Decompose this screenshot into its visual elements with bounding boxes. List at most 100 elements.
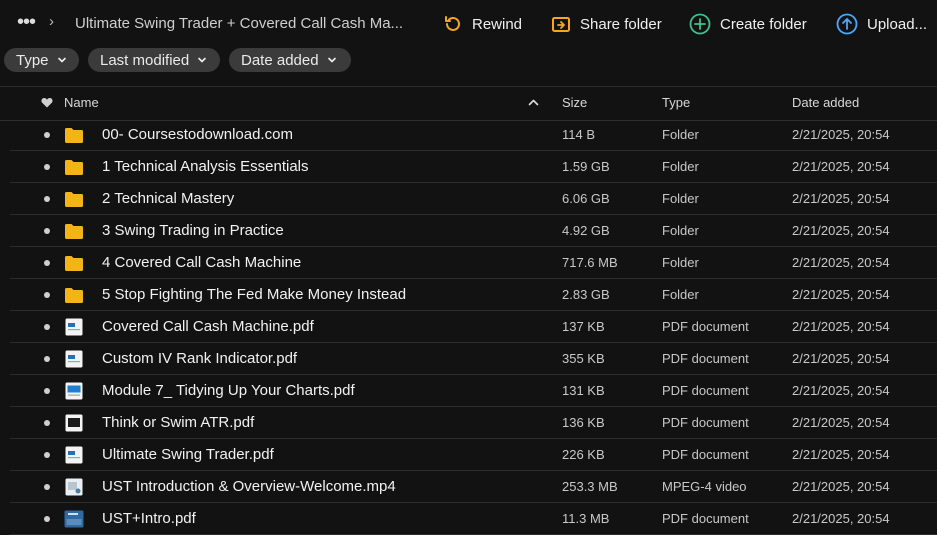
share-folder-button[interactable]: Share folder (551, 12, 662, 36)
file-size: 717.6 MB (562, 255, 618, 270)
file-name[interactable]: Module 7_ Tidying Up Your Charts.pdf (102, 382, 355, 399)
file-type: PDF document (662, 415, 749, 430)
pdf-file-icon (64, 382, 84, 400)
column-header-date-added[interactable]: Date added (792, 95, 859, 110)
table-row[interactable]: 3 Swing Trading in Practice 4.92 GB Folder… (0, 215, 937, 247)
row-bullet (44, 228, 50, 234)
file-size: 253.3 MB (562, 479, 618, 494)
table-header: Name Size Type Date added (0, 86, 937, 121)
create-folder-button[interactable]: Create folder (689, 12, 807, 36)
rewind-label: Rewind (472, 15, 523, 33)
rewind-button[interactable]: Rewind (443, 12, 522, 36)
breadcrumb-current-folder[interactable]: Ultimate Swing Trader + Covered Call Cas… (75, 15, 403, 32)
pdf-file-icon (64, 510, 84, 528)
table-row[interactable]: 2 Technical Mastery 6.06 GB Folder 2/21/202… (0, 183, 937, 215)
folder-icon (64, 222, 84, 240)
table-row[interactable]: 00- Coursestodownload.com 114 B Folder 2/21… (0, 119, 937, 151)
table-row[interactable]: Custom IV Rank Indicator.pdf 355 KB PDF do… (0, 343, 937, 375)
folder-icon (64, 190, 84, 208)
pdf-file-icon (64, 318, 84, 336)
chevron-down-icon (327, 57, 336, 63)
file-name[interactable]: 5 Stop Fighting The Fed Make Money Inste… (102, 286, 406, 303)
table-row[interactable]: Think or Swim ATR.pdf 136 KB PDF document 2… (0, 407, 937, 439)
create-folder-icon (689, 13, 711, 35)
share-folder-icon (552, 17, 570, 32)
file-name[interactable]: 00- Coursestodownload.com (102, 126, 293, 143)
row-bullet (44, 292, 50, 298)
filter-last-modified-label: Last modified (100, 51, 190, 69)
filter-type[interactable]: Type (4, 48, 79, 72)
file-size: 137 KB (562, 319, 605, 334)
rewind-icon (445, 16, 460, 31)
file-type: Folder (662, 255, 699, 270)
file-date-added: 2/21/2025, 20:54 (792, 159, 890, 174)
file-date-added: 2/21/2025, 20:54 (792, 319, 890, 334)
upload-label: Upload... (867, 15, 928, 33)
file-name[interactable]: 3 Swing Trading in Practice (102, 222, 284, 239)
file-type: Folder (662, 287, 699, 302)
row-bullet (44, 132, 50, 138)
file-date-added: 2/21/2025, 20:54 (792, 351, 890, 366)
file-name[interactable]: UST Introduction & Overview-Welcome.mp4 (102, 478, 396, 495)
sort-ascending-icon[interactable] (528, 98, 539, 106)
video-file-icon (64, 478, 84, 496)
table-row[interactable]: UST+Intro.pdf 11.3 MB PDF document 2/21/202… (0, 503, 937, 535)
share-folder-label: Share folder (580, 15, 662, 33)
chevron-down-icon (57, 57, 66, 63)
upload-button[interactable]: Upload... (836, 12, 927, 36)
file-type: MPEG-4 video (662, 479, 747, 494)
table-row[interactable]: Ultimate Swing Trader.pdf 226 KB PDF docum… (0, 439, 937, 471)
file-date-added: 2/21/2025, 20:54 (792, 511, 890, 526)
table-row[interactable]: 1 Technical Analysis Essentials 1.59 GB Fo… (0, 151, 937, 183)
more-options-icon[interactable]: ••• (17, 12, 37, 36)
chevron-down-icon (198, 57, 207, 63)
file-size: 11.3 MB (562, 511, 610, 526)
file-name[interactable]: Think or Swim ATR.pdf (102, 414, 254, 431)
pdf-file-icon (64, 350, 84, 368)
file-name[interactable]: Custom IV Rank Indicator.pdf (102, 350, 297, 367)
file-size: 226 KB (562, 447, 605, 462)
file-size: 4.92 GB (562, 223, 610, 238)
table-row[interactable]: Covered Call Cash Machine.pdf 137 KB PDF d… (0, 311, 937, 343)
row-bullet (44, 196, 50, 202)
file-size: 114 B (562, 127, 596, 142)
file-date-added: 2/21/2025, 20:54 (792, 191, 890, 206)
file-date-added: 2/21/2025, 20:54 (792, 415, 890, 430)
filter-last-modified[interactable]: Last modified (88, 48, 220, 72)
file-name[interactable]: 4 Covered Call Cash Machine (102, 254, 301, 271)
filter-type-label: Type (16, 51, 49, 69)
table-row[interactable]: 5 Stop Fighting The Fed Make Money Inste… (0, 279, 937, 311)
file-size: 355 KB (562, 351, 605, 366)
table-row[interactable]: Module 7_ Tidying Up Your Charts.pdf 131 … (0, 375, 937, 407)
file-name[interactable]: 2 Technical Mastery (102, 190, 234, 207)
folder-icon (64, 286, 84, 304)
file-date-added: 2/21/2025, 20:54 (792, 383, 890, 398)
file-type: Folder (662, 159, 699, 174)
file-type: PDF document (662, 351, 749, 366)
column-header-type[interactable]: Type (662, 95, 690, 110)
file-size: 6.06 GB (562, 191, 610, 206)
file-name[interactable]: UST+Intro.pdf (102, 510, 196, 527)
row-bullet (44, 356, 50, 362)
file-type: Folder (662, 223, 699, 238)
table-row[interactable]: UST Introduction & Overview-Welcome.mp4 2… (0, 471, 937, 503)
heart-icon[interactable] (41, 97, 53, 108)
file-type: PDF document (662, 319, 749, 334)
column-header-name[interactable]: Name (64, 95, 99, 110)
folder-icon (64, 126, 84, 144)
file-name[interactable]: Ultimate Swing Trader.pdf (102, 446, 274, 463)
file-date-added: 2/21/2025, 20:54 (792, 287, 890, 302)
row-bullet (44, 164, 50, 170)
file-type: PDF document (662, 511, 749, 526)
file-type: PDF document (662, 383, 749, 398)
file-date-added: 2/21/2025, 20:54 (792, 447, 890, 462)
file-name[interactable]: Covered Call Cash Machine.pdf (102, 318, 314, 335)
pdf-file-icon (64, 414, 84, 432)
table-row[interactable]: 4 Covered Call Cash Machine 717.6 MB Folde… (0, 247, 937, 279)
file-size: 131 KB (562, 383, 605, 398)
file-name[interactable]: 1 Technical Analysis Essentials (102, 158, 309, 175)
column-header-size[interactable]: Size (562, 95, 587, 110)
file-date-added: 2/21/2025, 20:54 (792, 479, 890, 494)
top-bar: ••• › Ultimate Swing Trader + Covered Ca… (0, 0, 937, 48)
filter-date-added[interactable]: Date added (229, 48, 351, 72)
